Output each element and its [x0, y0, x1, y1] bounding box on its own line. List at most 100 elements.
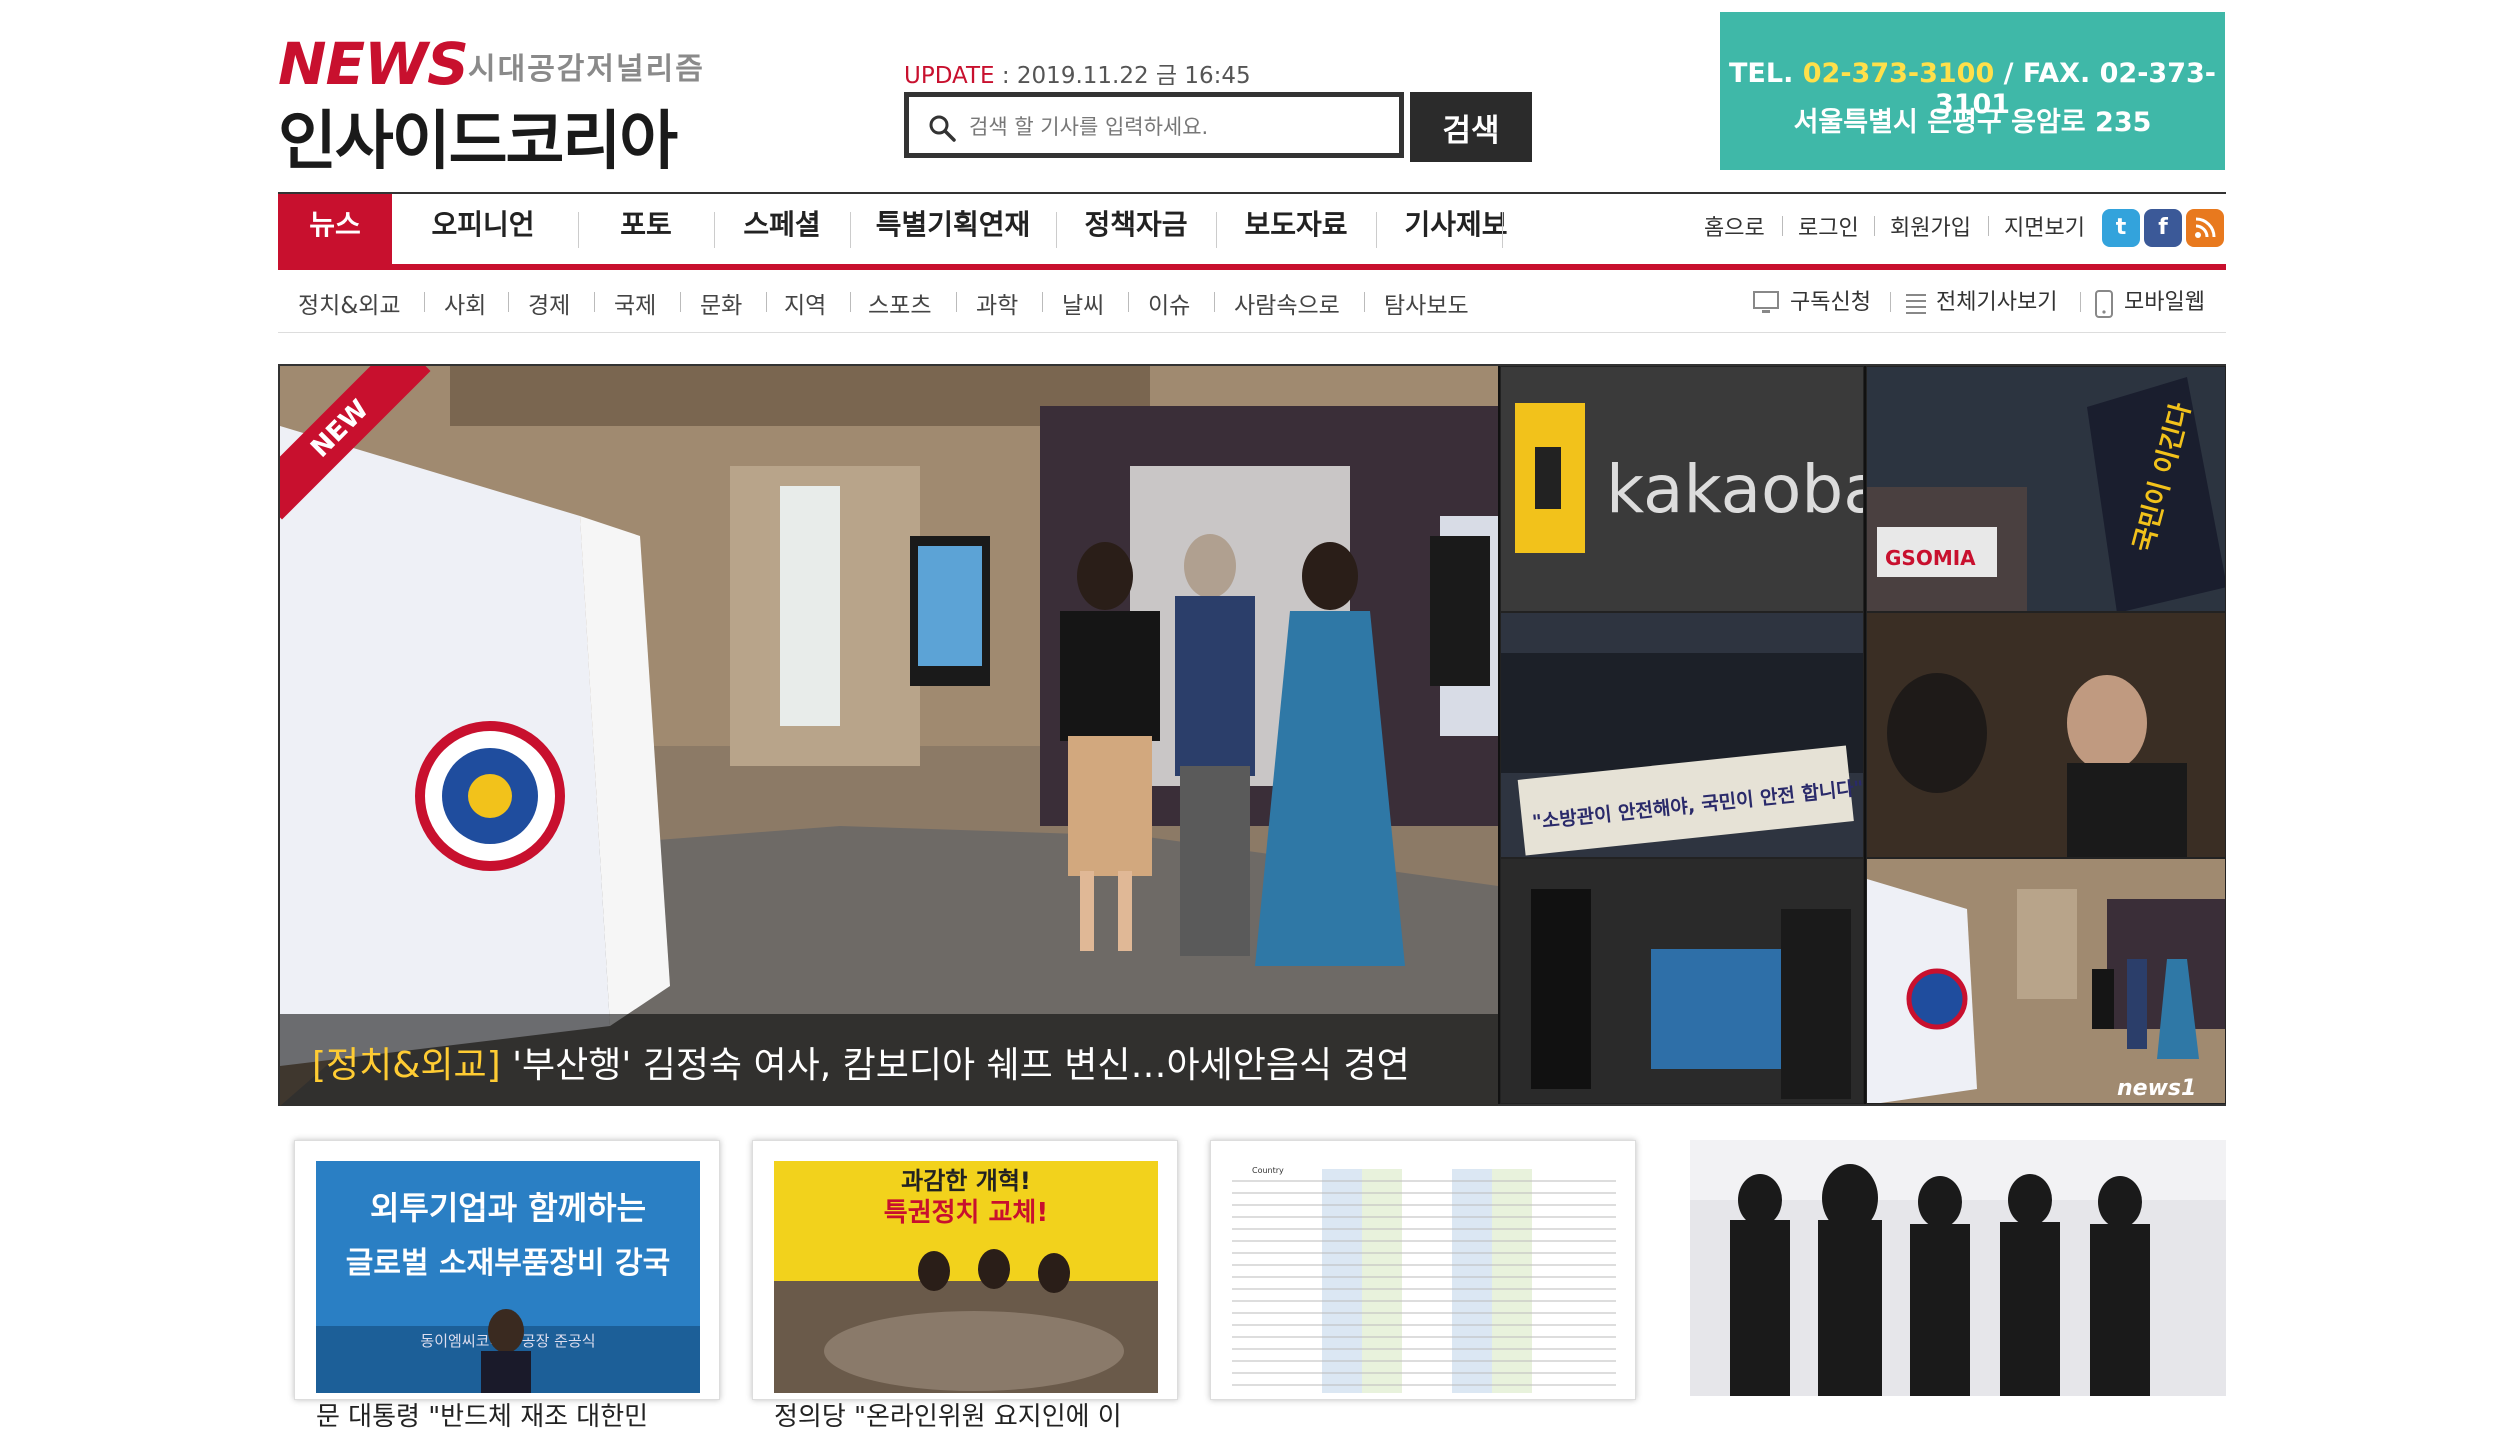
- press-event-photo: [1501, 859, 1863, 1103]
- nav-item-special[interactable]: 스페셜: [714, 194, 850, 266]
- thumb-press-event[interactable]: [1500, 858, 1864, 1104]
- contact-banner[interactable]: TEL. 02-373-3100 / FAX. 02-373-3101 서울특별…: [1720, 12, 2225, 170]
- subnav-separator: [1364, 292, 1365, 312]
- facebook-icon[interactable]: f: [2144, 209, 2182, 247]
- nav-item-press-release[interactable]: 보도자료: [1216, 194, 1376, 266]
- subnav-item-investigative[interactable]: 탐사보도: [1384, 286, 1469, 320]
- all-articles-link[interactable]: 전체기사보기: [1936, 284, 2057, 316]
- tool-separator: [2080, 292, 2081, 312]
- thumb-meeting[interactable]: [1866, 612, 2226, 858]
- logo-news-text: NEWS: [278, 30, 469, 98]
- search-icon: [929, 115, 956, 142]
- subnav-item-culture[interactable]: 문화: [700, 286, 742, 320]
- kakaobank-text: kakaobank: [1606, 451, 1864, 528]
- util-link-epaper[interactable]: 지면보기: [2004, 210, 2085, 242]
- nav-separator: [1502, 212, 1503, 248]
- hero-main-article[interactable]: NEW [정치&외교] '부산행' 김정숙 여사, 캄보디아 쉐프 변신…아세안…: [280, 366, 1498, 1106]
- subnav-separator: [680, 292, 681, 312]
- subnav-item-economy[interactable]: 경제: [528, 286, 570, 320]
- subnav-item-sports[interactable]: 스포츠: [868, 286, 931, 320]
- twitter-icon[interactable]: t: [2102, 209, 2140, 247]
- subnav-separator: [594, 292, 595, 312]
- hero-category: [정치&외교]: [312, 1045, 501, 1086]
- thumb-firefighters[interactable]: "소방관이 안전해야, 국민이 안전 합니다": [1500, 612, 1864, 858]
- update-label: UPDATE: [904, 63, 995, 89]
- nav-item-special-series[interactable]: 특별기획연재: [850, 194, 1056, 266]
- update-timestamp: UPDATE : 2019.11.22 금 16:45: [904, 56, 1251, 90]
- subnav-separator: [424, 292, 425, 312]
- subnav-item-region[interactable]: 지역: [784, 286, 826, 320]
- card-image: 과감한 개혁! 특권정치 교체!: [774, 1161, 1158, 1393]
- subnav-item-politics[interactable]: 정치&외교: [298, 286, 401, 320]
- subnav-item-international[interactable]: 국제: [614, 286, 656, 320]
- hero-caption[interactable]: [정치&외교] '부산행' 김정숙 여사, 캄보디아 쉐프 변신…아세안음식 경…: [280, 1014, 1498, 1106]
- card-table-image: Country: [1232, 1161, 1616, 1393]
- card-image-text-2: 글로벌 소재부품장비 강국: [346, 1246, 671, 1281]
- subscribe-link[interactable]: 구독신청: [1790, 284, 1871, 316]
- subnav-item-issue[interactable]: 이슈: [1148, 286, 1190, 320]
- rss-icon[interactable]: [2186, 209, 2224, 247]
- nav-item-policy-fund[interactable]: 정책자금: [1056, 194, 1216, 266]
- news-card[interactable]: 과감한 개혁! 특권정치 교체! 정의당 "온라인위원 요지인에 이: [752, 1140, 1178, 1432]
- search-box: [904, 92, 1404, 158]
- mobile-icon: [2095, 290, 2113, 318]
- subnav-rule: [278, 332, 2226, 333]
- nav-red-rule: [278, 264, 2226, 270]
- util-link-home[interactable]: 홈으로: [1704, 210, 1765, 242]
- subnav-item-science[interactable]: 과학: [976, 286, 1018, 320]
- gsomia-sign-text: GSOMIA: [1885, 546, 1976, 570]
- card-title: 정의당 "온라인위원 요지인에 이: [774, 1402, 1122, 1432]
- nav-item-opinion[interactable]: 오피니언: [408, 194, 558, 266]
- nav-item-news[interactable]: 뉴스: [278, 194, 392, 266]
- logo-slogan: 시대공감저널리즘: [468, 52, 705, 87]
- logo-main-text: 인사이드코리아: [278, 105, 678, 179]
- update-value: : 2019.11.22 금 16:45: [994, 63, 1251, 89]
- util-separator: [1988, 216, 1989, 236]
- card-image-text-1: 과감한 개혁!: [901, 1167, 1031, 1195]
- card-image: Country: [1232, 1161, 1616, 1393]
- card-image: [1690, 1140, 2226, 1396]
- gsomia-photo: GSOMIA 국민이 이긴다: [1867, 367, 2225, 611]
- monitor-icon: [1753, 291, 1779, 313]
- hero-title: '부산행' 김정숙 여사, 캄보디아 쉐프 변신…아세안음식 경연: [500, 1045, 1410, 1086]
- firefighters-photo: "소방관이 안전해야, 국민이 안전 합니다": [1501, 613, 1863, 857]
- nav-item-tip[interactable]: 기사제보: [1376, 194, 1536, 266]
- card-title: 문 대통령 "반드체 재조 대한민: [316, 1402, 649, 1432]
- util-link-signup[interactable]: 회원가입: [1890, 210, 1971, 242]
- news1-watermark: news1: [2117, 1076, 2196, 1101]
- tool-separator: [1890, 292, 1891, 312]
- subnav-item-society[interactable]: 사회: [444, 286, 486, 320]
- tel-label: TEL.: [1729, 58, 1803, 89]
- news-card[interactable]: [1670, 1140, 2226, 1400]
- thumb-hero-repeat[interactable]: news1: [1866, 858, 2226, 1104]
- util-link-login[interactable]: 로그인: [1798, 210, 1859, 242]
- mobile-web-link[interactable]: 모바일웹: [2124, 284, 2205, 316]
- news-card[interactable]: Country: [1210, 1140, 1636, 1400]
- nav-item-photo[interactable]: 포토: [578, 194, 714, 266]
- kakaobank-photo: kakaobank: [1501, 367, 1864, 611]
- util-separator: [1782, 216, 1783, 236]
- card-image-text-1: 외투기업과 함께하는: [370, 1189, 646, 1227]
- search-button[interactable]: 검색: [1410, 92, 1532, 162]
- subnav-separator: [956, 292, 957, 312]
- news-card[interactable]: 외투기업과 함께하는 글로벌 소재부품장비 강국 동이엠씨코리아 공장 준공식 …: [294, 1140, 720, 1432]
- meeting-photo: [1867, 613, 2225, 857]
- util-separator: [1874, 216, 1875, 236]
- card-photo-band: [1690, 1140, 2226, 1396]
- hero-photo: [280, 366, 1498, 1106]
- site-logo[interactable]: NEWS 시대공감저널리즘 인사이드코리아: [278, 30, 748, 179]
- subnav-separator: [1042, 292, 1043, 312]
- subnav-separator: [508, 292, 509, 312]
- card-image: 외투기업과 함께하는 글로벌 소재부품장비 강국 동이엠씨코리아 공장 준공식: [316, 1161, 700, 1393]
- table-header-text: Country: [1252, 1166, 1284, 1175]
- card-photo-president: 외투기업과 함께하는 글로벌 소재부품장비 강국 동이엠씨코리아 공장 준공식: [316, 1161, 700, 1393]
- search-input[interactable]: [967, 103, 1391, 151]
- thumb-gsomia-protest[interactable]: GSOMIA 국민이 이긴다: [1866, 366, 2226, 612]
- hero-section: NEW [정치&외교] '부산행' 김정숙 여사, 캄보디아 쉐프 변신…아세안…: [278, 364, 2226, 1106]
- hero-repeat-photo: news1: [1867, 859, 2225, 1103]
- tel-number: 02-373-3100: [1802, 58, 1995, 89]
- subnav-item-weather[interactable]: 날씨: [1062, 286, 1104, 320]
- subnav-item-people[interactable]: 사람속으로: [1234, 286, 1340, 320]
- thumb-kakaobank[interactable]: kakaobank: [1500, 366, 1864, 612]
- list-icon: [1906, 294, 1926, 314]
